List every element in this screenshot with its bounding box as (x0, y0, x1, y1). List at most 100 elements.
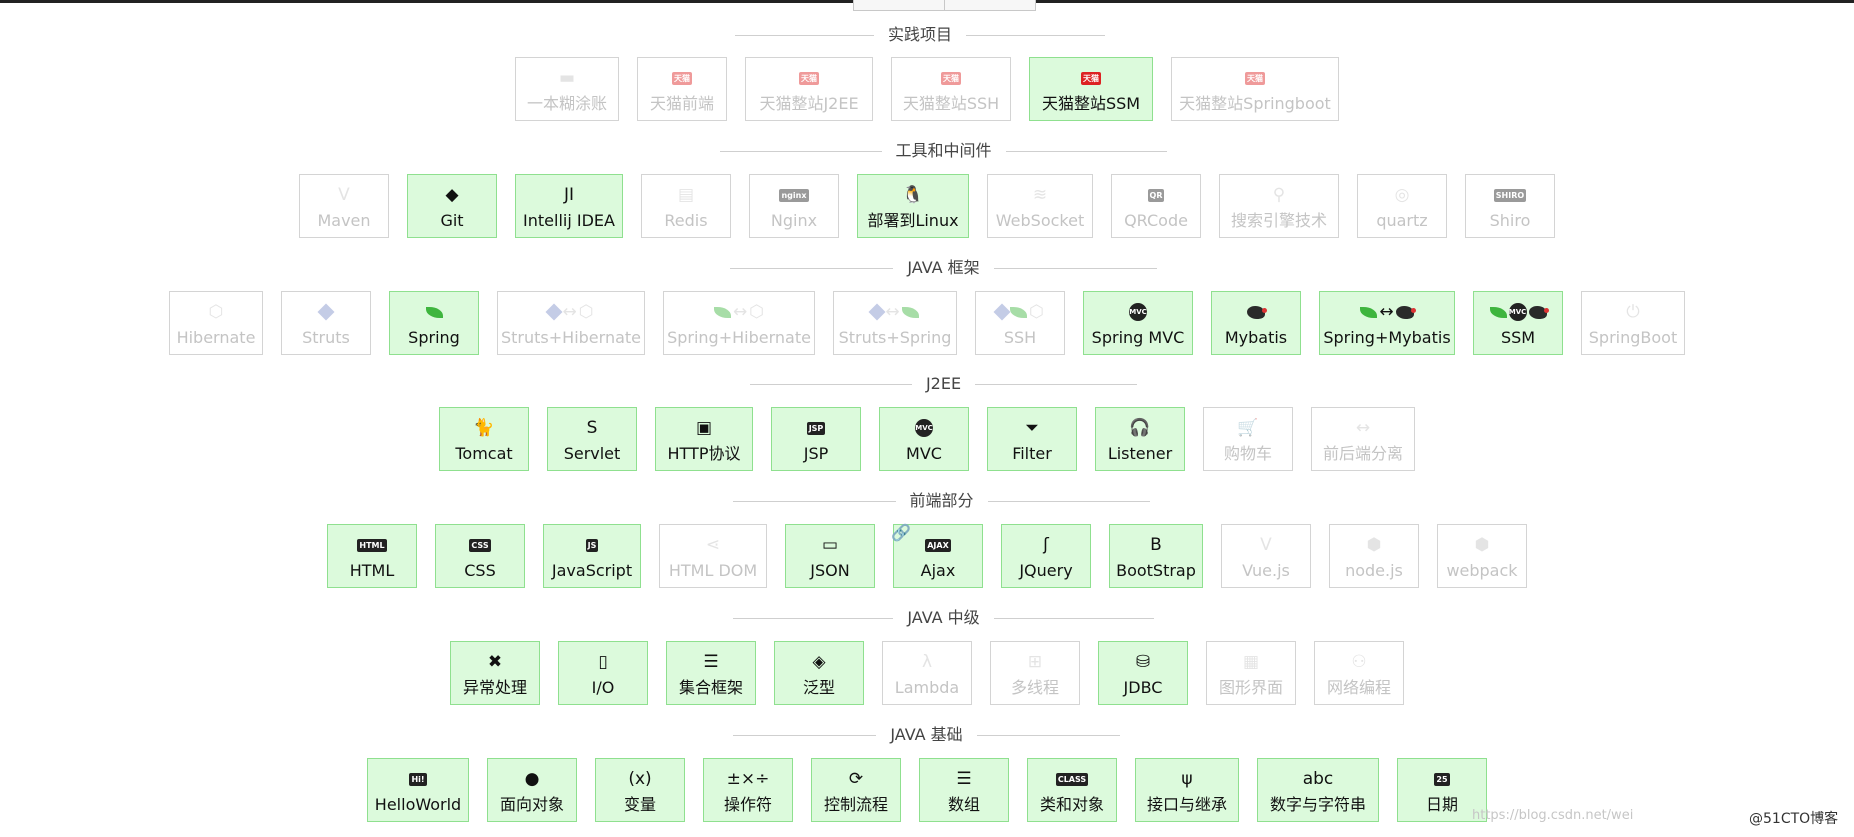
topic-tile[interactable]: ☰ 数组 (919, 758, 1009, 822)
topic-tile[interactable]: ±×÷ 操作符 (703, 758, 793, 822)
spring-mybatis-icon: ↔ (1360, 300, 1416, 324)
topic-label: Maven (317, 211, 371, 230)
link-icon[interactable]: 🔗 (891, 523, 911, 542)
topic-tile[interactable]: ▤ Redis (641, 174, 731, 238)
topic-tile[interactable]: Hi! HelloWorld (367, 758, 469, 822)
topic-label: HTTP协议 (667, 444, 741, 463)
topic-tile[interactable]: ◎ quartz (1357, 174, 1447, 238)
topic-tile[interactable]: Struts (281, 291, 371, 355)
top-tab-left[interactable] (853, 0, 945, 11)
topic-tile[interactable]: V Vue.js (1221, 524, 1311, 588)
topic-label: 日期 (1425, 795, 1458, 814)
topic-tile[interactable]: ▣ HTTP协议 (655, 407, 753, 471)
topic-tile[interactable]: 🐈 Tomcat (439, 407, 529, 471)
topic-tile[interactable]: 天猫 天猫整站SSH (891, 57, 1011, 121)
topic-tile[interactable]: SHIRO Shiro (1465, 174, 1555, 238)
jquery-icon: ʃ (1043, 535, 1049, 555)
search-icon: ⚲ (1272, 185, 1286, 205)
topic-tile[interactable]: ⏻ SpringBoot (1581, 291, 1685, 355)
top-tab-right[interactable] (944, 0, 1036, 11)
topic-tile[interactable]: λ Lambda (882, 641, 972, 705)
topic-tile[interactable]: ▭ JSON (785, 524, 875, 588)
topic-tile[interactable]: ⋖ HTML DOM (659, 524, 767, 588)
topic-tile[interactable]: ʃ JQuery (1001, 524, 1091, 588)
section-title-text: 实践项目 (888, 25, 953, 44)
topic-tile[interactable]: ⬢ webpack (1437, 524, 1527, 588)
topic-tile[interactable]: MVC SSM (1473, 291, 1563, 355)
topic-tile[interactable]: ✖ 异常处理 (450, 641, 540, 705)
topic-tile[interactable]: 🐧 部署到Linux (857, 174, 969, 238)
topic-tile[interactable]: ⊞ 多线程 (990, 641, 1080, 705)
topic-tile[interactable]: 天猫 天猫整站J2EE (745, 57, 873, 121)
topic-tile[interactable]: Mybatis (1211, 291, 1301, 355)
topic-tile[interactable]: ⬡ Hibernate (169, 291, 263, 355)
topic-tile[interactable]: 🛒 购物车 (1203, 407, 1293, 471)
topic-tile[interactable]: ⚲ 搜索引擎技术 (1219, 174, 1339, 238)
topic-tile[interactable]: 🎧 Listener (1095, 407, 1185, 471)
topic-tile[interactable]: ↔ Struts+Spring (833, 291, 957, 355)
topic-tile[interactable]: ⏷ Filter (987, 407, 1077, 471)
topic-label: 集合框架 (678, 678, 743, 697)
topic-tile[interactable]: ▯ I/O (558, 641, 648, 705)
topic-tile[interactable]: ⬢ node.js (1329, 524, 1419, 588)
topic-tile[interactable]: 天猫 天猫整站Springboot (1171, 57, 1339, 121)
topic-label: Vue.js (1242, 561, 1290, 580)
topic-tile[interactable]: ● 面向对象 (487, 758, 577, 822)
topic-tile[interactable]: abc 数字与字符串 (1257, 758, 1379, 822)
topic-tile[interactable]: ☰ 集合框架 (666, 641, 756, 705)
topic-tile[interactable]: B BootStrap (1109, 524, 1203, 588)
topic-tile[interactable]: CSS CSS (435, 524, 525, 588)
topic-tile[interactable]: (x) 变量 (595, 758, 685, 822)
topic-tile[interactable]: JI Intellij IDEA (515, 174, 623, 238)
wallet-icon: ▬ (558, 68, 576, 88)
topic-tile[interactable]: ⬡ SSH (975, 291, 1065, 355)
topic-tile[interactable]: ▬ 一本糊涂账 (515, 57, 619, 121)
topic-tile[interactable]: ↔ ⬡ Spring+Hibernate (663, 291, 815, 355)
topic-label: 接口与继承 (1146, 795, 1227, 814)
operator-icon: ±×÷ (726, 769, 770, 789)
divider (987, 500, 1151, 502)
topic-label: 部署到Linux (867, 211, 959, 230)
topic-tile[interactable]: MVC Spring MVC (1083, 291, 1193, 355)
topic-tile[interactable]: QR QRCode (1111, 174, 1201, 238)
topic-tile[interactable]: Spring (389, 291, 479, 355)
tmall-icon: 天猫 (1081, 71, 1101, 85)
topic-tile[interactable]: HTML HTML (327, 524, 417, 588)
topic-label: 操作符 (723, 795, 772, 814)
usb-icon: ψ (1181, 769, 1193, 789)
topic-tile[interactable]: ↔ ⬡ Struts+Hibernate (497, 291, 645, 355)
error-icon: ✖ (487, 652, 503, 672)
topic-tile[interactable]: 天猫 天猫整站SSM (1029, 57, 1153, 121)
section-title: 前端部分 (733, 491, 1151, 511)
topic-tile[interactable]: CLASS 类和对象 (1027, 758, 1117, 822)
topic-tile[interactable]: ↔ 前后端分离 (1311, 407, 1415, 471)
divider (720, 150, 882, 152)
topic-tile[interactable]: ↔ Spring+Mybatis (1319, 291, 1455, 355)
topic-tile[interactable]: JSP JSP (771, 407, 861, 471)
tile-row: ✖ 异常处理 ▯ I/O ☰ 集合框架 ◈ 泛型 λ Lambda ⊞ 多线程 ⛁ JDBC ▦ 图形界面 ⚇ 网… (0, 641, 1854, 707)
topic-label: Spring MVC (1091, 328, 1185, 347)
mvc-icon: MVC (915, 416, 933, 440)
topic-label: HTML (349, 561, 395, 580)
topic-label: Spring+Hibernate (667, 328, 811, 347)
struts-icon (317, 300, 335, 324)
topic-tile[interactable]: ≋ WebSocket (987, 174, 1093, 238)
topic-tile[interactable]: V Maven (299, 174, 389, 238)
topic-tile[interactable]: ψ 接口与继承 (1135, 758, 1239, 822)
topic-tile[interactable]: ⛁ JDBC (1098, 641, 1188, 705)
topic-tile[interactable]: nginx Nginx (749, 174, 839, 238)
shiro-icon: SHIRO (1493, 188, 1527, 202)
topic-tile[interactable]: ◈ 泛型 (774, 641, 864, 705)
topic-tile[interactable]: ⚇ 网络编程 (1314, 641, 1404, 705)
topic-tile[interactable]: 天猫 天猫前端 (637, 57, 727, 121)
topic-label: Struts (302, 328, 350, 347)
topic-tile[interactable]: ◆ Git (407, 174, 497, 238)
share-icon: ⋖ (705, 535, 721, 555)
topic-tile[interactable]: S Servlet (547, 407, 637, 471)
topic-tile[interactable]: JS JavaScript (543, 524, 641, 588)
topic-label: Ajax (920, 561, 956, 580)
topic-tile[interactable]: ⟳ 控制流程 (811, 758, 901, 822)
section-title: 工具和中间件 (720, 141, 1168, 161)
topic-tile[interactable]: MVC MVC (879, 407, 969, 471)
topic-tile[interactable]: ▦ 图形界面 (1206, 641, 1296, 705)
